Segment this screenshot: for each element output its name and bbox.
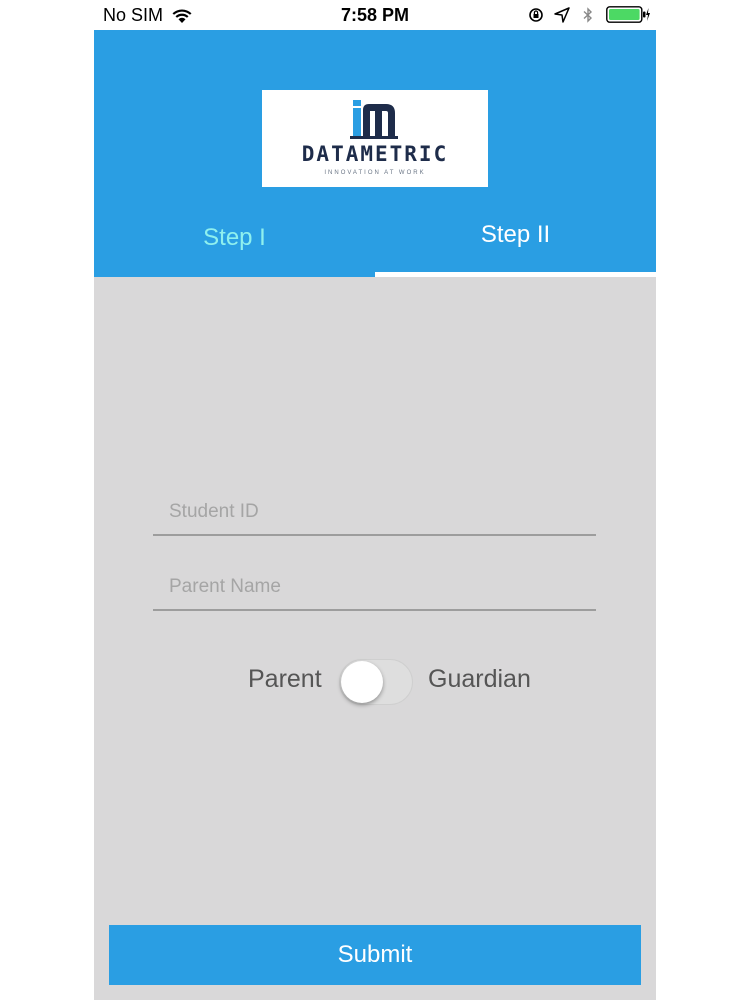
brand-name: DATAMETRIC (301, 142, 449, 166)
charging-icon (646, 8, 650, 21)
parent-guardian-toggle[interactable] (339, 659, 413, 705)
step-tabs: Step I Step II (94, 207, 656, 277)
student-id-input[interactable] (153, 490, 596, 534)
guardian-option-label: Guardian (428, 665, 531, 693)
student-id-underline (153, 534, 596, 536)
orientation-lock-icon (529, 7, 543, 22)
form-area: Parent Guardian Submit (94, 277, 656, 1000)
location-icon (554, 6, 570, 23)
parent-option-label: Parent (248, 665, 322, 693)
brand-tagline: INNOVATION AT WORK (324, 170, 426, 176)
status-bar: No SIM 7:58 PM (0, 0, 750, 30)
header: DATAMETRIC INNOVATION AT WORK Step I Ste… (94, 30, 656, 277)
parent-name-field (153, 565, 596, 611)
tab-step-1-label: Step I (203, 224, 266, 251)
tab-step-2-label: Step II (480, 221, 551, 248)
student-id-field (153, 490, 596, 536)
logo: DATAMETRIC INNOVATION AT WORK (262, 90, 488, 187)
parent-name-input[interactable] (153, 565, 596, 609)
datametric-logo-icon (350, 100, 398, 139)
toggle-knob (341, 661, 383, 703)
app-screen: DATAMETRIC INNOVATION AT WORK Step I Ste… (94, 30, 656, 1000)
bluetooth-icon (583, 6, 593, 23)
submit-button[interactable]: Submit (109, 925, 641, 985)
battery-icon (606, 6, 650, 23)
parent-name-underline (153, 609, 596, 611)
tab-step-1[interactable]: Step I (94, 207, 375, 277)
tab-step-2[interactable]: Step II (375, 207, 656, 277)
role-selector: Parent Guardian (94, 657, 656, 707)
status-right (528, 6, 650, 23)
